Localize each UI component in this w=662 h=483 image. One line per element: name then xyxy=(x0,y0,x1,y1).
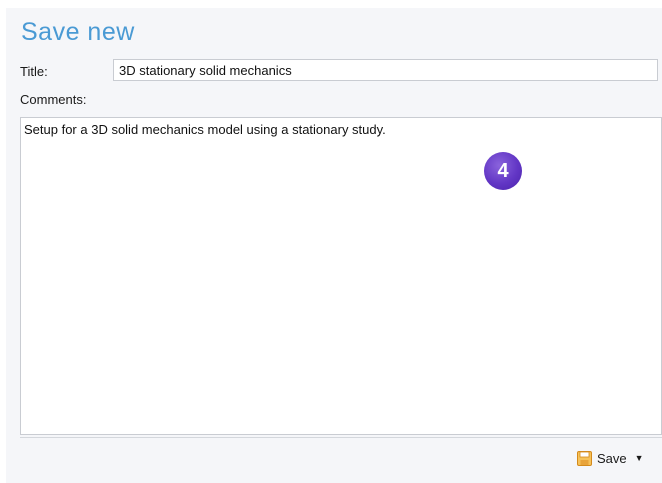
title-input[interactable] xyxy=(113,59,658,81)
save-button-label: Save xyxy=(597,450,627,466)
comments-textarea[interactable]: Setup for a 3D solid mechanics model usi… xyxy=(20,117,662,435)
floppy-disk-icon xyxy=(577,450,592,466)
page-title: Save new xyxy=(21,18,135,46)
caret-down-icon[interactable]: ▼ xyxy=(635,453,644,463)
save-new-panel: Save new Title: Comments: Setup for a 3D… xyxy=(6,8,662,483)
title-label: Title: xyxy=(20,64,48,79)
comments-label: Comments: xyxy=(20,92,87,107)
save-button[interactable]: Save ▼ xyxy=(577,447,644,469)
footer-divider xyxy=(20,437,662,438)
callout-number-badge: 4 xyxy=(484,152,522,190)
